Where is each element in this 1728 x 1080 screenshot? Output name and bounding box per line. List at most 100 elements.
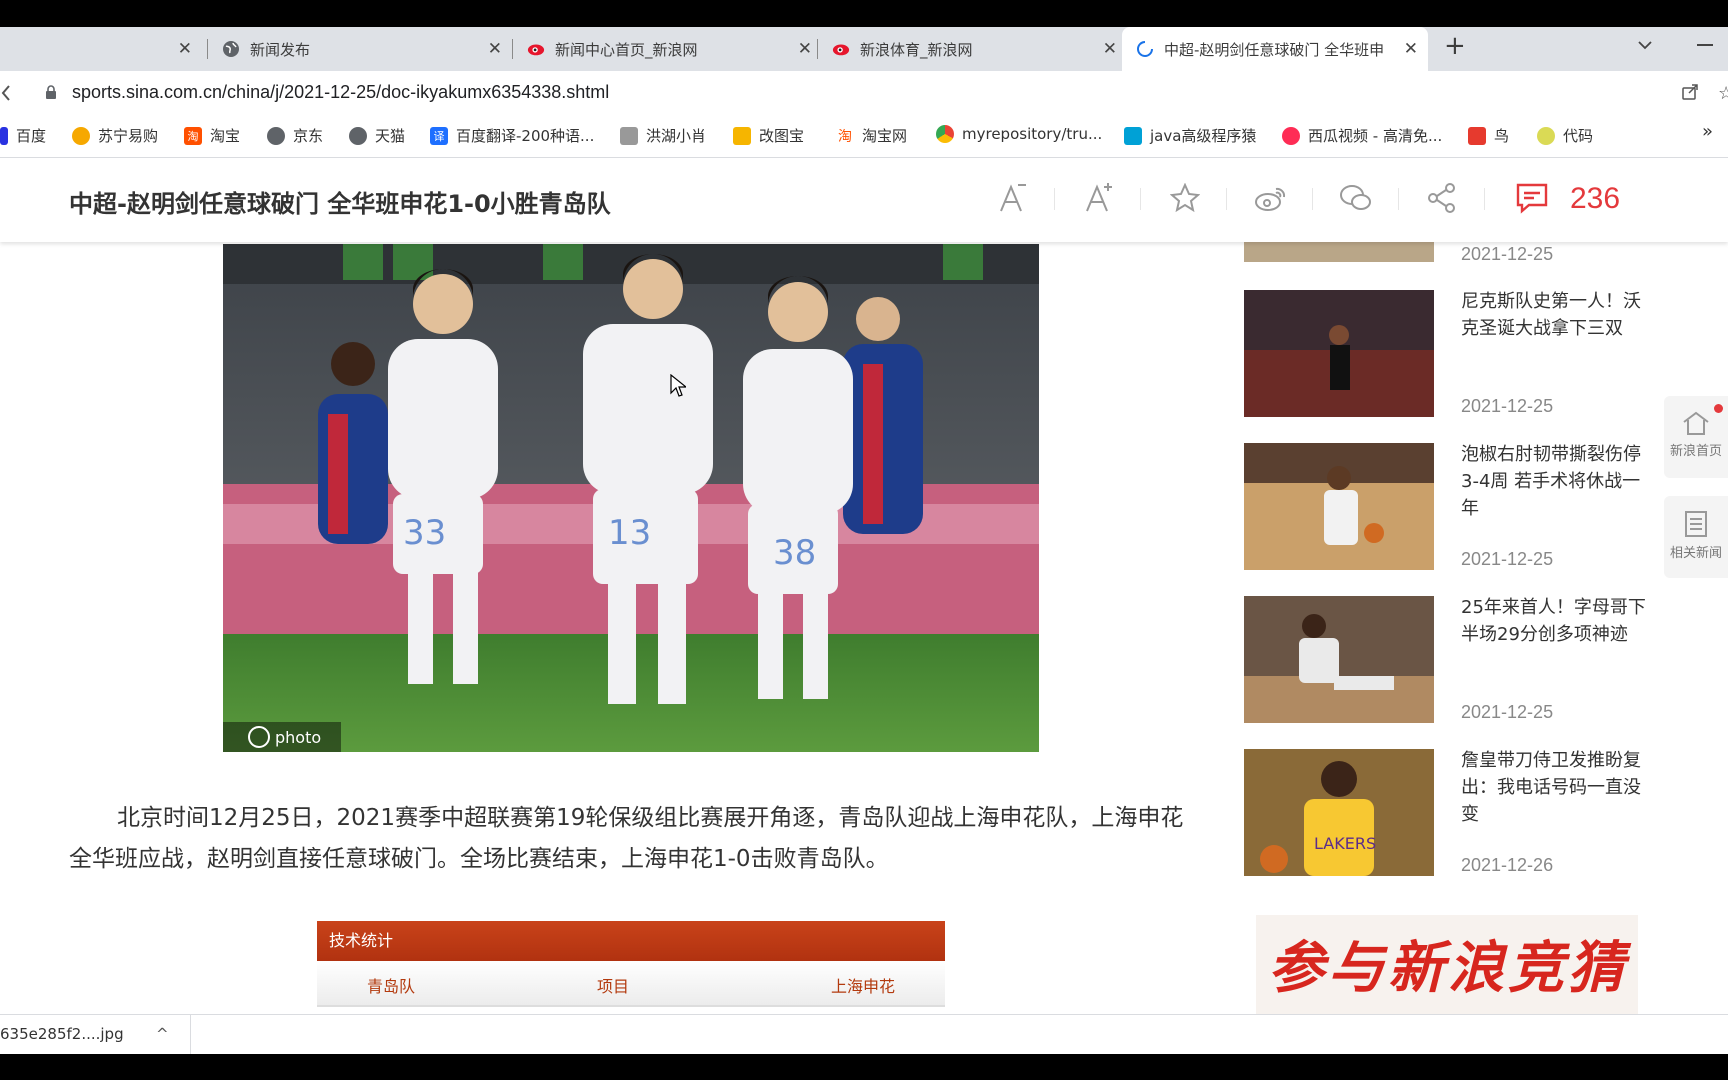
article-photo[interactable]: 33 13 38 photo bbox=[223, 244, 1039, 752]
tab-active-title: 中超-赵明剑任意球破门 全华班申 bbox=[1164, 40, 1385, 59]
news-title-3[interactable]: 25年来首人！字母哥下半场29分创多项神迹 bbox=[1461, 594, 1646, 648]
favorite-star-icon[interactable] bbox=[1165, 178, 1205, 218]
svg-text:13: 13 bbox=[608, 513, 651, 553]
baidu-paw-icon bbox=[0, 126, 8, 145]
taobao-icon: 淘 bbox=[836, 126, 854, 145]
wechat-icon[interactable] bbox=[1336, 178, 1376, 218]
sina-eye-icon bbox=[832, 40, 850, 58]
download-item[interactable]: 635e285f2....jpg ^ bbox=[0, 1015, 191, 1054]
globe-icon bbox=[349, 126, 367, 145]
news-title-1[interactable]: 尼克斯队史第一人！沃克圣诞大战拿下三双 bbox=[1461, 288, 1646, 342]
minimize-icon[interactable] bbox=[1697, 44, 1713, 46]
news-date-1: 2021-12-25 bbox=[1461, 396, 1554, 416]
stats-col-item: 项目 bbox=[597, 977, 630, 996]
bilibili-icon bbox=[1124, 126, 1142, 145]
svg-text:38: 38 bbox=[773, 533, 816, 573]
stats-header-row: 青岛队 项目 上海申花 bbox=[317, 961, 945, 1007]
bookmark-baidu-translate[interactable]: 译百度翻译-200种语... bbox=[430, 125, 594, 146]
photo-watermark: photo bbox=[275, 728, 321, 747]
download-bar: 635e285f2....jpg ^ bbox=[0, 1014, 1728, 1054]
comment-icon[interactable] bbox=[1512, 178, 1552, 218]
float-related-button[interactable]: 相关新闻 bbox=[1664, 496, 1728, 578]
bookmark-myrepository[interactable]: myrepository/tru... bbox=[936, 125, 1102, 143]
svg-text:LAKERS: LAKERS bbox=[1314, 834, 1376, 853]
tab-3[interactable]: 新闻中心首页_新浪网 ✕ bbox=[517, 27, 822, 71]
url-input[interactable]: sports.sina.com.cn/china/j/2021-12-25/do… bbox=[72, 82, 609, 103]
tab-close-icon[interactable]: ✕ bbox=[798, 39, 812, 59]
bookmark-taobao[interactable]: 淘淘宝 bbox=[184, 125, 240, 146]
news-date-2: 2021-12-25 bbox=[1461, 549, 1554, 569]
tab-3-title: 新闻中心首页_新浪网 bbox=[555, 40, 698, 59]
chrome-icon bbox=[936, 125, 954, 143]
tab-4[interactable]: 新浪体育_新浪网 ✕ bbox=[822, 27, 1127, 71]
mouse-cursor bbox=[670, 373, 688, 402]
bookmark-honghu[interactable]: 洪湖小肖 bbox=[620, 125, 706, 146]
tab-close-icon[interactable]: ✕ bbox=[488, 39, 502, 59]
image-icon bbox=[733, 126, 751, 145]
news-thumb-1[interactable] bbox=[1244, 290, 1434, 417]
article-paragraph: 北京时间12月25日，2021赛季中超联赛第19轮保级组比赛展开角逐，青岛队迎战… bbox=[69, 805, 1184, 872]
bookmark-suning[interactable]: 苏宁易购 bbox=[72, 125, 158, 146]
tab-2[interactable]: 新闻发布 ✕ bbox=[212, 27, 512, 71]
news-thumb-4[interactable]: LAKERS bbox=[1244, 749, 1434, 876]
globe-icon bbox=[267, 126, 285, 145]
back-icon[interactable] bbox=[0, 84, 12, 106]
home-icon bbox=[1664, 396, 1728, 440]
bookmark-xigua[interactable]: 西瓜视频 - 高清免... bbox=[1282, 125, 1442, 146]
tab-close-icon[interactable]: ✕ bbox=[1404, 39, 1418, 59]
tab-1[interactable]: ✕ bbox=[0, 27, 202, 71]
tab-close-icon[interactable]: ✕ bbox=[178, 39, 192, 59]
stats-title: 技术统计 bbox=[317, 921, 945, 961]
float-home-button[interactable]: 新浪首页 bbox=[1664, 396, 1728, 478]
news-thumb-2[interactable] bbox=[1244, 443, 1434, 570]
stats-col-home: 青岛队 bbox=[367, 977, 416, 996]
lock-icon[interactable] bbox=[45, 85, 57, 104]
bookmark-star-icon[interactable]: ☆ bbox=[1718, 83, 1728, 104]
font-decrease-icon[interactable] bbox=[993, 178, 1033, 218]
tab-active[interactable]: 中超-赵明剑任意球破门 全华班申 ✕ bbox=[1122, 27, 1428, 71]
news-date-0: 2021-12-25 bbox=[1461, 244, 1554, 264]
article-sticky-header: 中超-赵明剑任意球破门 全华班申花1-0小胜青岛队 236 bbox=[0, 158, 1728, 242]
news-title-4[interactable]: 詹皇带刀侍卫发推盼复出：我电话号码一直没变 bbox=[1461, 747, 1646, 828]
loading-spinner-icon bbox=[1136, 40, 1154, 58]
suning-lion-icon bbox=[72, 126, 90, 145]
ad-banner-text: 参与新浪竞猜 bbox=[1268, 936, 1628, 1001]
share-icon[interactable] bbox=[1681, 83, 1699, 105]
bookmark-baidu[interactable]: 百度 bbox=[0, 125, 46, 146]
news-thumb-3[interactable] bbox=[1244, 596, 1434, 723]
xigua-icon bbox=[1282, 126, 1300, 145]
comment-count[interactable]: 236 bbox=[1570, 182, 1620, 216]
news-title-2[interactable]: 泡椒右肘韧带撕裂伤停3-4周 若手术将休战一年 bbox=[1461, 441, 1646, 522]
bookmark-code[interactable]: 代码 bbox=[1537, 125, 1593, 146]
taobao-icon: 淘 bbox=[184, 126, 202, 145]
bird-red-icon bbox=[1468, 126, 1486, 145]
news-date-4: 2021-12-26 bbox=[1461, 855, 1554, 875]
bookmark-jd[interactable]: 京东 bbox=[267, 125, 323, 146]
sina-eye-icon bbox=[527, 40, 545, 58]
bookmark-tmall[interactable]: 天猫 bbox=[349, 125, 405, 146]
chevron-up-icon[interactable]: ^ bbox=[156, 1025, 169, 1043]
article-title: 中超-赵明剑任意球破门 全华班申花1-0小胜青岛队 bbox=[69, 190, 611, 218]
ad-banner[interactable]: 参与新浪竞猜 bbox=[1256, 915, 1638, 1014]
globe-icon bbox=[222, 40, 240, 58]
tech-stats-table: 技术统计 青岛队 项目 上海申花 bbox=[317, 921, 945, 1014]
address-bar: sports.sina.com.cn/china/j/2021-12-25/do… bbox=[0, 71, 1728, 115]
font-increase-icon[interactable] bbox=[1079, 178, 1119, 218]
tab-strip: ✕ 新闻发布 ✕ 新闻中心首页_新浪网 ✕ 新浪体育_新浪网 ✕ 中超-赵明剑任… bbox=[0, 27, 1728, 71]
new-tab-button[interactable]: + bbox=[1444, 31, 1466, 61]
bookmark-java[interactable]: java高级程序猿 bbox=[1124, 125, 1256, 146]
bird-icon bbox=[620, 126, 638, 145]
translate-icon: 译 bbox=[430, 126, 448, 145]
tab-4-title: 新浪体育_新浪网 bbox=[860, 40, 973, 59]
weibo-icon[interactable] bbox=[1251, 178, 1291, 218]
bookmark-gaitubao[interactable]: 改图宝 bbox=[733, 125, 804, 146]
news-thumb-0[interactable] bbox=[1244, 242, 1434, 262]
bookmark-niao[interactable]: 鸟 bbox=[1468, 125, 1509, 146]
svg-text:33: 33 bbox=[403, 513, 446, 553]
bookmark-taobaowang[interactable]: 淘淘宝网 bbox=[836, 125, 907, 146]
share-icon[interactable] bbox=[1422, 178, 1462, 218]
tab-close-icon[interactable]: ✕ bbox=[1103, 39, 1117, 59]
bookmarks-overflow-button[interactable]: » bbox=[1702, 121, 1713, 142]
download-filename: 635e285f2....jpg bbox=[0, 1025, 124, 1043]
chevron-down-icon[interactable] bbox=[1637, 37, 1653, 57]
